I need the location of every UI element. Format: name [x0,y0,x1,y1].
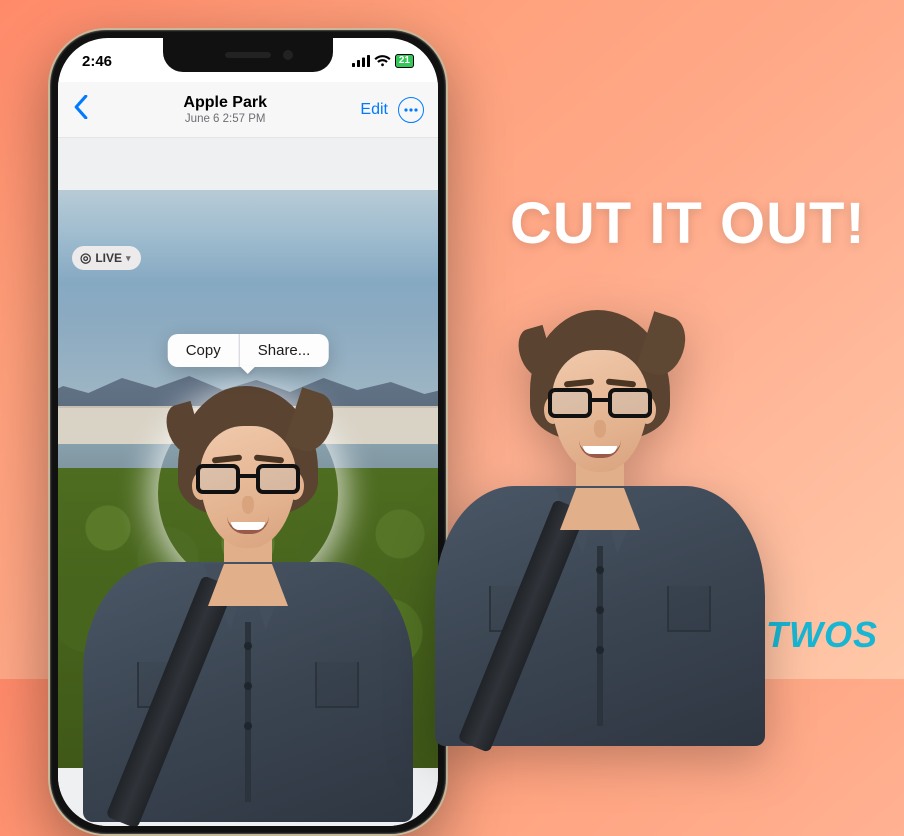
brand-name: TWOS [766,614,878,656]
battery-icon: 21 [395,54,414,68]
more-button[interactable] [398,97,424,123]
cellular-icon [352,55,370,67]
photo-subject-person[interactable] [178,386,318,516]
iphone-notch [163,38,333,72]
nav-title: Apple Park [183,93,267,112]
status-right: 21 [352,54,414,68]
live-photo-badge[interactable]: ◎ LIVE ▾ [72,246,141,270]
live-icon: ◎ [80,250,91,266]
wifi-icon [374,55,391,67]
copy-menu-item[interactable]: Copy [168,334,239,367]
nav-bar: Apple Park June 6 2:57 PM Edit [58,82,438,138]
live-label: LIVE [95,251,122,265]
nav-title-group: Apple Park June 6 2:57 PM [183,93,267,127]
status-time: 2:46 [82,53,112,70]
iphone-frame: 2:46 21 Apple Park June 6 2:57 PM E [48,28,448,836]
chevron-down-icon: ▾ [126,253,131,264]
nav-subtitle: June 6 2:57 PM [183,113,267,127]
iphone-screen: 2:46 21 Apple Park June 6 2:57 PM E [58,38,438,826]
nav-actions: Edit [360,97,424,123]
cutout-subject-person [530,310,670,440]
promo-headline: CUT IT OUT! [510,190,866,257]
photo-viewport[interactable]: ◎ LIVE ▾ Copy Share... [58,138,438,826]
edit-button[interactable]: Edit [360,101,388,119]
share-menu-item[interactable]: Share... [240,334,329,367]
back-button[interactable] [72,95,90,124]
subject-context-menu: Copy Share... [168,334,329,367]
